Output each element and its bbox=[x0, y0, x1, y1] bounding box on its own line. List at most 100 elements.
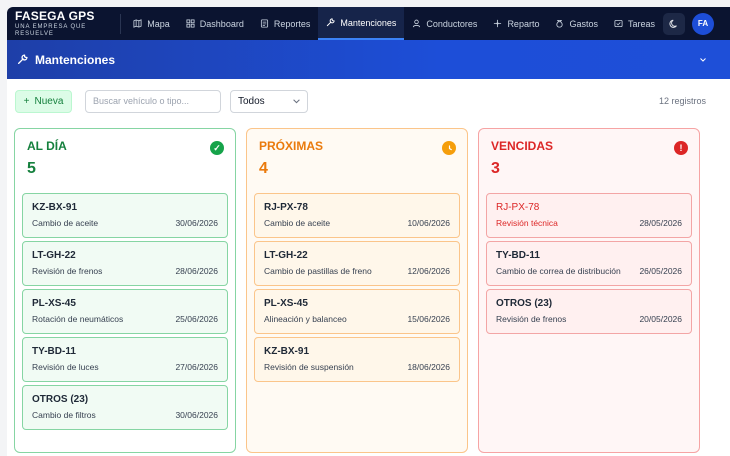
new-maintenance-button[interactable]: + Nueva bbox=[15, 89, 72, 113]
toolbar: + Nueva Buscar vehículo o tipo... Todos … bbox=[15, 89, 714, 113]
card-plate: OTROS (23) bbox=[496, 298, 553, 309]
alert-circle-icon: ! bbox=[674, 141, 688, 155]
maintenance-card[interactable]: TY-BD-11 Cambio de correa de distribució… bbox=[486, 241, 692, 286]
nav-label: Conductores bbox=[426, 18, 478, 29]
card-type: Revisión de luces bbox=[32, 362, 99, 372]
card-date: 27/06/2026 bbox=[175, 362, 218, 372]
map-icon bbox=[133, 19, 142, 28]
report-icon bbox=[260, 19, 268, 28]
maintenance-card[interactable]: LT-GH-22 Cambio de pastillas de freno 12… bbox=[254, 241, 460, 286]
maintenance-card[interactable]: KZ-BX-91 Cambio de aceite 30/06/2026 bbox=[22, 193, 228, 238]
column-al-dia: AL DÍA ✓ 5 KZ-BX-91 Cambio de aceite 30/… bbox=[14, 128, 236, 453]
maintenance-card[interactable]: OTROS (23) Cambio de filtros 30/06/2026 bbox=[22, 385, 228, 430]
clock-icon bbox=[442, 141, 456, 155]
route-icon bbox=[494, 19, 502, 28]
nav-label: Tareas bbox=[627, 18, 655, 29]
card-date: 30/06/2026 bbox=[175, 218, 218, 228]
card-date: 15/06/2026 bbox=[407, 314, 450, 324]
nav-item-gastos[interactable]: Gastos bbox=[547, 7, 606, 40]
maintenance-card[interactable]: KZ-BX-91 Revisión de suspensión 18/06/20… bbox=[254, 337, 460, 382]
card-plate: LT-GH-22 bbox=[264, 250, 308, 261]
card-type: Cambio de aceite bbox=[32, 218, 99, 228]
maintenance-card[interactable]: TY-BD-11 Revisión de luces 27/06/2026 bbox=[22, 337, 228, 382]
card-type: Revisión de frenos bbox=[32, 266, 103, 276]
nav-item-reportes[interactable]: Reportes bbox=[252, 7, 319, 40]
nav-item-reparto[interactable]: Reparto bbox=[485, 7, 547, 40]
card-list: RJ-PX-78 Cambio de aceite 10/06/2026 LT-… bbox=[254, 193, 460, 385]
money-icon bbox=[556, 19, 564, 28]
maintenance-card[interactable]: PL-XS-45 Alineación y balanceo 15/06/202… bbox=[254, 289, 460, 334]
filter-value: Todos bbox=[238, 95, 265, 107]
maintenance-card[interactable]: RJ-PX-78 Cambio de aceite 10/06/2026 bbox=[254, 193, 460, 238]
brand-logo[interactable]: FASEGA GPS UNA EMPRESA QUE RESUELVE bbox=[7, 10, 120, 38]
main-nav: Mapa Dashboard Reportes Mantenciones Con… bbox=[125, 7, 663, 40]
header-collapse-button[interactable] bbox=[700, 54, 706, 64]
card-type: Rotación de neumáticos bbox=[32, 314, 124, 324]
nav-item-conductores[interactable]: Conductores bbox=[404, 7, 485, 40]
nav-label: Reportes bbox=[273, 18, 311, 29]
main-content: + Nueva Buscar vehículo o tipo... Todos … bbox=[7, 79, 730, 456]
theme-toggle-button[interactable] bbox=[663, 12, 685, 35]
topbar-actions: FA bbox=[663, 12, 730, 35]
plus-icon: + bbox=[23, 95, 30, 107]
column-vencidas: VENCIDAS ! 3 RJ-PX-78 Revisión técnica 2… bbox=[478, 128, 700, 453]
nav-label: Mapa bbox=[147, 18, 170, 29]
nav-label: Reparto bbox=[507, 18, 540, 29]
card-plate: RJ-PX-78 bbox=[496, 202, 540, 213]
column-count: 3 bbox=[491, 160, 500, 177]
nav-item-mantenciones[interactable]: Mantenciones bbox=[318, 7, 405, 40]
user-avatar[interactable]: FA bbox=[692, 12, 714, 35]
page-title: Mantenciones bbox=[35, 52, 116, 67]
search-input[interactable]: Buscar vehículo o tipo... bbox=[85, 89, 221, 113]
maintenance-card[interactable]: OTROS (23) Revisión de frenos 20/05/2026 bbox=[486, 289, 692, 334]
nav-label: Mantenciones bbox=[340, 17, 397, 28]
tasks-icon bbox=[614, 19, 623, 28]
nav-item-mapa[interactable]: Mapa bbox=[125, 7, 178, 40]
status-filter-select[interactable]: Todos bbox=[230, 89, 308, 113]
column-title: AL DÍA bbox=[27, 139, 67, 153]
card-type: Revisión de suspensión bbox=[264, 362, 354, 372]
top-navbar: FASEGA GPS UNA EMPRESA QUE RESUELVE Mapa… bbox=[7, 7, 730, 40]
card-type: Cambio de pastillas de freno bbox=[264, 266, 372, 276]
maintenance-card[interactable]: PL-XS-45 Rotación de neumáticos 25/06/20… bbox=[22, 289, 228, 334]
nav-item-dashboard[interactable]: Dashboard bbox=[178, 7, 252, 40]
card-list: KZ-BX-91 Cambio de aceite 30/06/2026 LT-… bbox=[22, 193, 228, 433]
column-title: VENCIDAS bbox=[491, 139, 554, 153]
new-button-label: Nueva bbox=[34, 95, 64, 107]
card-plate: KZ-BX-91 bbox=[264, 346, 310, 357]
wrench-icon bbox=[327, 18, 335, 27]
brand-name: FASEGA GPS bbox=[15, 8, 95, 23]
card-type: Alineación y balanceo bbox=[264, 314, 347, 324]
records-count: 12 registros bbox=[658, 96, 706, 106]
card-date: 12/06/2026 bbox=[407, 266, 450, 276]
card-plate: LT-GH-22 bbox=[32, 250, 76, 261]
moon-icon bbox=[669, 19, 677, 28]
brand-tagline: UNA EMPRESA QUE RESUELVE bbox=[15, 23, 87, 37]
nav-label: Gastos bbox=[569, 18, 598, 29]
card-type: Revisión de frenos bbox=[496, 314, 567, 324]
maintenance-card[interactable]: LT-GH-22 Revisión de frenos 28/06/2026 bbox=[22, 241, 228, 286]
chevron-down-icon bbox=[293, 98, 300, 103]
card-date: 28/06/2026 bbox=[175, 266, 218, 276]
page-header: Mantenciones bbox=[7, 40, 730, 79]
maintenance-card[interactable]: RJ-PX-78 Revisión técnica 28/05/2026 bbox=[486, 193, 692, 238]
column-count: 5 bbox=[27, 160, 36, 177]
card-type: Cambio de filtros bbox=[32, 410, 96, 420]
check-circle-icon: ✓ bbox=[210, 141, 224, 155]
card-type: Cambio de correa de distribución bbox=[496, 266, 621, 276]
card-date: 25/06/2026 bbox=[175, 314, 218, 324]
column-proximas: PRÓXIMAS 4 RJ-PX-78 Cambio de aceite 10/… bbox=[246, 128, 468, 453]
wrench-icon bbox=[17, 54, 28, 65]
card-date: 10/06/2026 bbox=[407, 218, 450, 228]
card-plate: TY-BD-11 bbox=[496, 250, 540, 261]
card-plate: KZ-BX-91 bbox=[32, 202, 78, 213]
nav-label: Dashboard bbox=[199, 18, 244, 29]
column-title: PRÓXIMAS bbox=[259, 139, 324, 153]
card-plate: TY-BD-11 bbox=[32, 346, 76, 357]
nav-item-tareas[interactable]: Tareas bbox=[606, 7, 663, 40]
card-type: Revisión técnica bbox=[496, 218, 558, 228]
column-count: 4 bbox=[259, 160, 268, 177]
user-icon bbox=[413, 19, 421, 28]
card-date: 26/05/2026 bbox=[639, 266, 682, 276]
card-plate: RJ-PX-78 bbox=[264, 202, 308, 213]
